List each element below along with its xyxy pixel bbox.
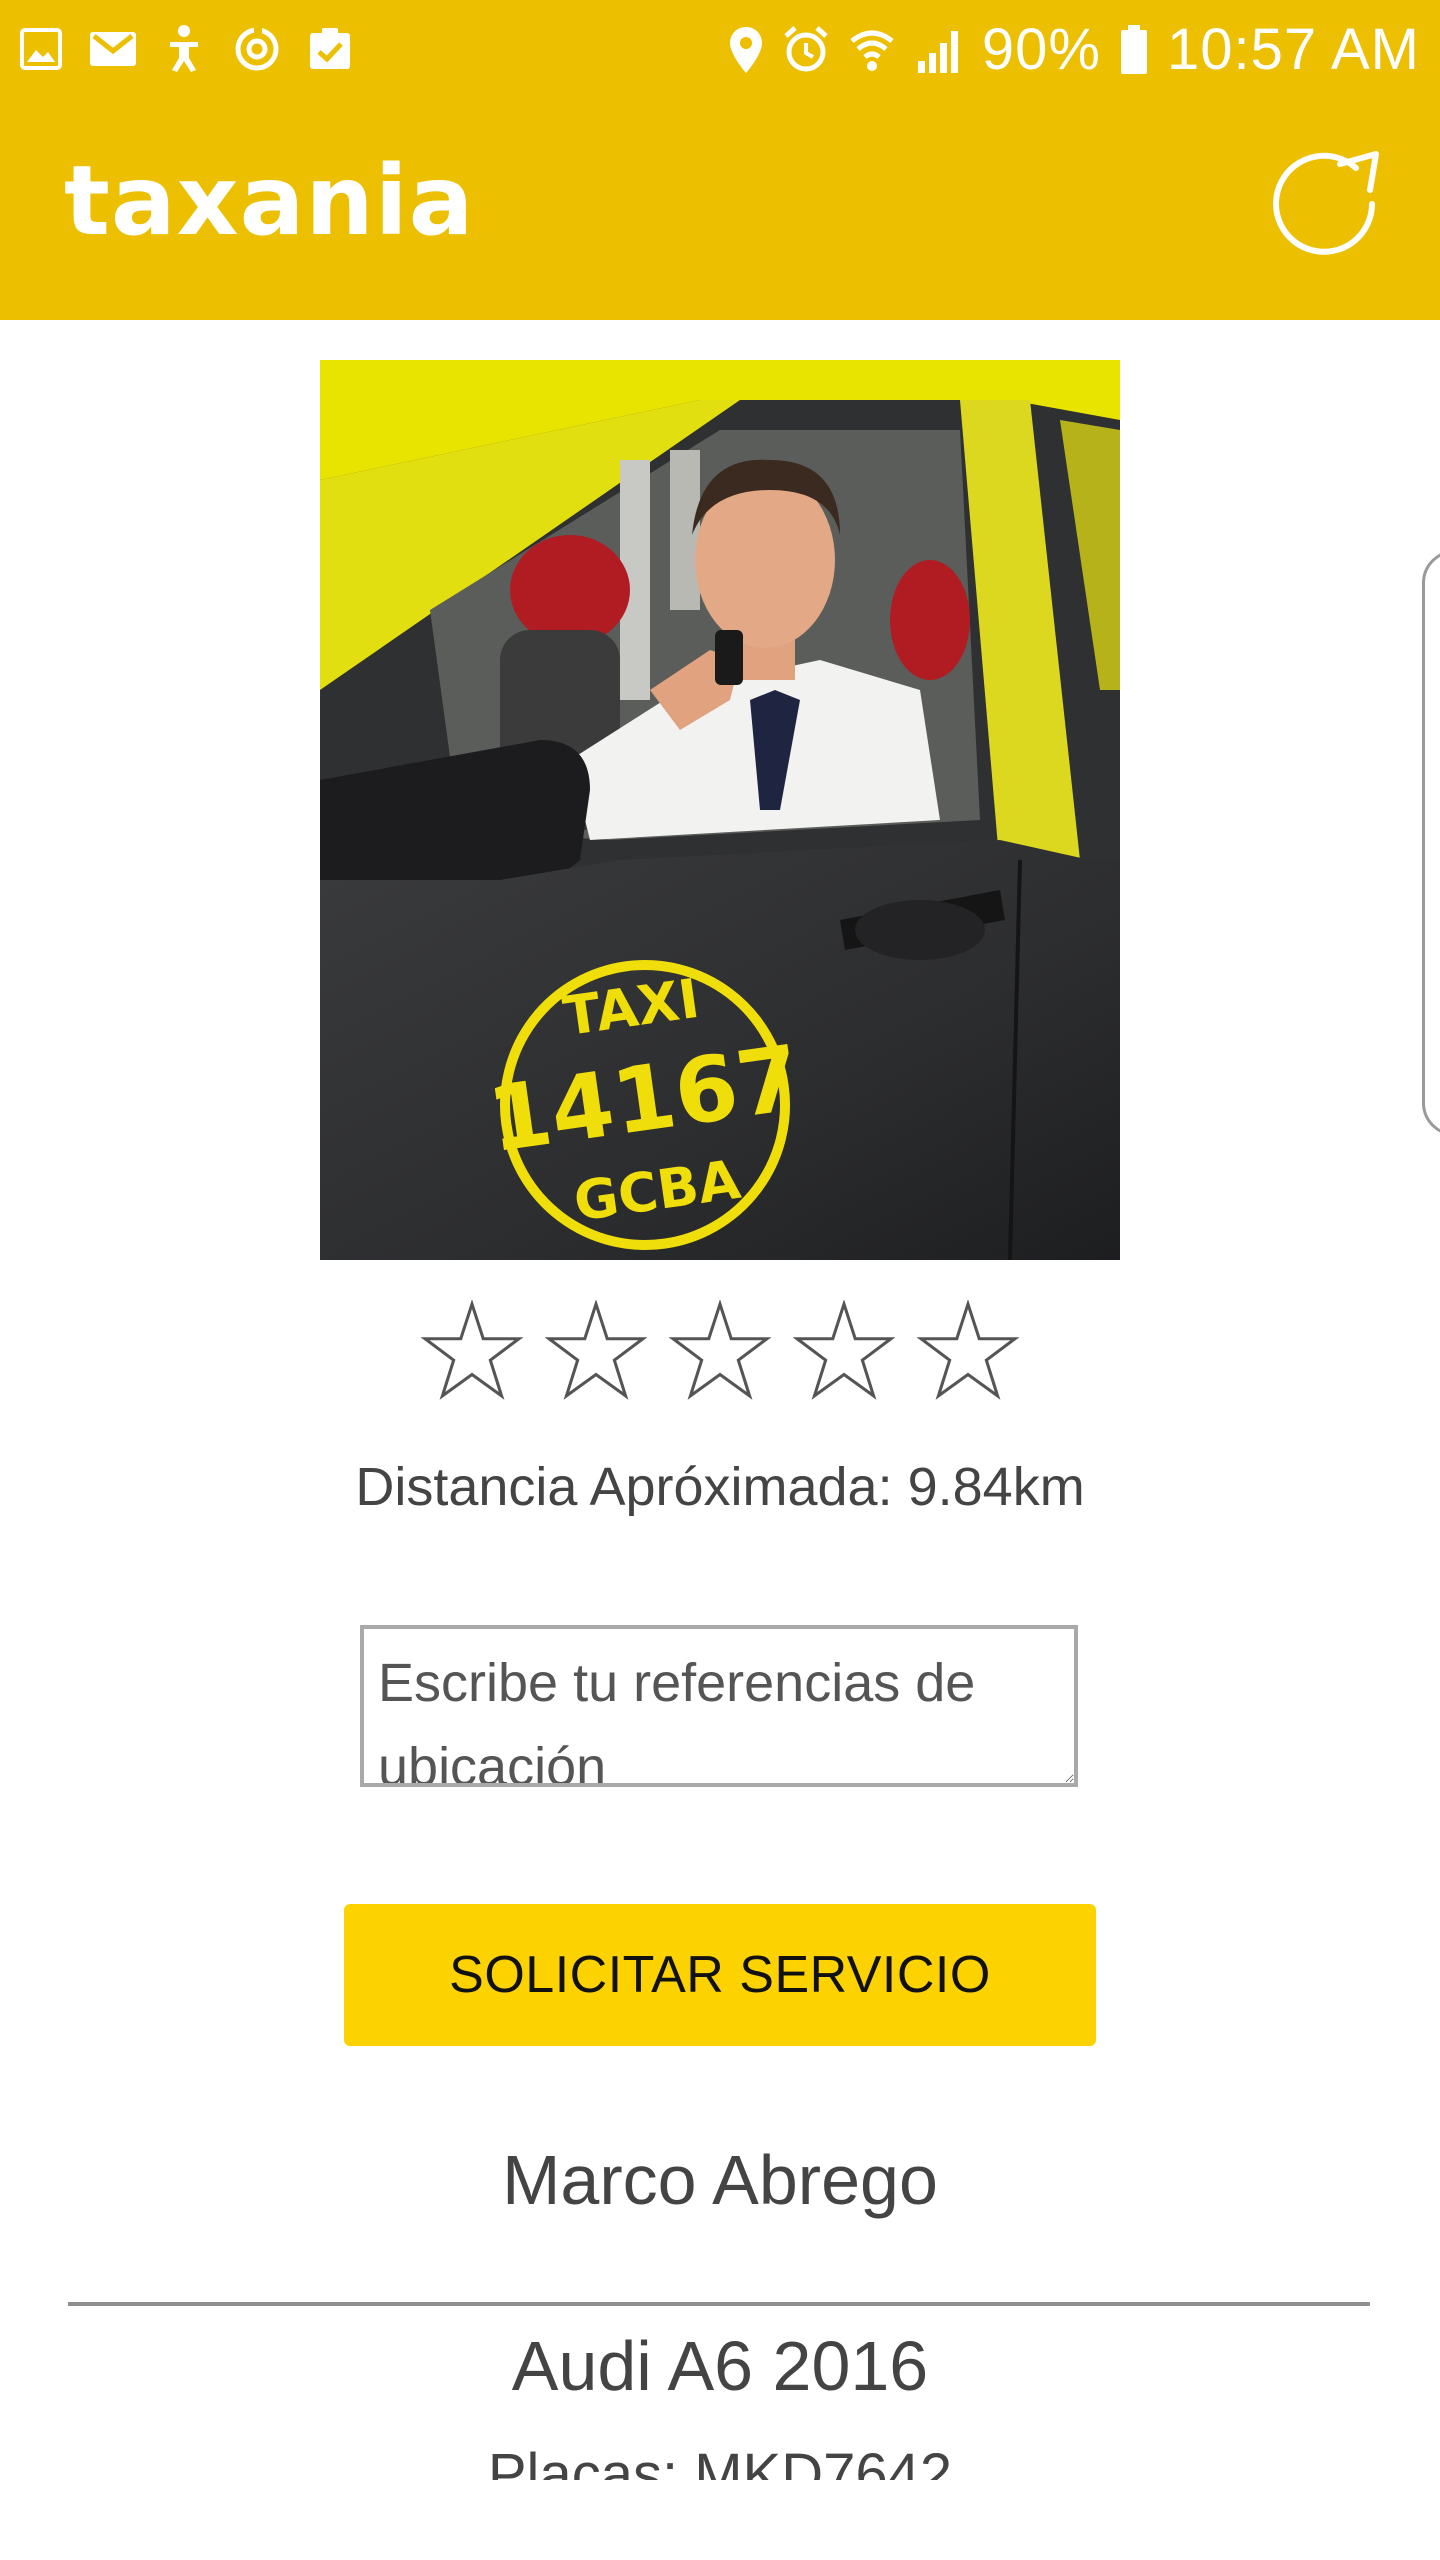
gallery-icon — [18, 26, 64, 72]
notification-icons — [18, 24, 354, 74]
driver-photo: TAXI 14167 GCBA — [320, 360, 1120, 1260]
clock: 10:57 AM — [1166, 17, 1420, 82]
star-icon[interactable] — [917, 1300, 1019, 1402]
accessibility-icon — [162, 24, 208, 74]
app-header: taxania — [0, 100, 1440, 320]
distance-label: Distancia Apróximada: 9.84km — [355, 1457, 1085, 1517]
refresh-button[interactable] — [1260, 142, 1390, 272]
sync-icon — [232, 24, 282, 74]
battery-icon — [1119, 24, 1149, 76]
car-model: Audi A6 2016 — [511, 2327, 929, 2405]
license-plates: Placas: MKD7642 — [487, 2442, 953, 2480]
drawer-handle[interactable] — [1422, 550, 1440, 1136]
request-service-button[interactable]: SOLICITAR SERVICIO — [344, 1904, 1096, 2046]
clipboard-check-icon — [306, 25, 354, 73]
app-logo: taxania — [64, 145, 475, 257]
plates-container: Placas: MKD7642 — [0, 2440, 1440, 2480]
alarm-icon — [782, 25, 830, 75]
driver-name: Marco Abrego — [502, 2141, 938, 2219]
app-screen: 90% 10:57 AM taxania TAXI 14167 GCBA Dis… — [0, 0, 1440, 2560]
signal-icon — [914, 25, 964, 75]
refresh-icon — [1273, 151, 1379, 255]
star-icon[interactable] — [793, 1300, 895, 1402]
star-icon[interactable] — [669, 1300, 771, 1402]
divider — [68, 2302, 1370, 2306]
system-icons: 90% 10:57 AM — [728, 14, 1420, 86]
star-icon[interactable] — [421, 1300, 523, 1402]
status-bar: 90% 10:57 AM — [0, 0, 1440, 100]
location-reference-input[interactable] — [360, 1625, 1078, 1787]
battery-percent: 90% — [981, 17, 1101, 82]
location-icon — [728, 25, 764, 75]
wifi-icon — [848, 25, 896, 75]
star-icon[interactable] — [545, 1300, 647, 1402]
gmail-icon — [88, 29, 138, 69]
rating-stars[interactable] — [0, 1300, 1440, 1402]
